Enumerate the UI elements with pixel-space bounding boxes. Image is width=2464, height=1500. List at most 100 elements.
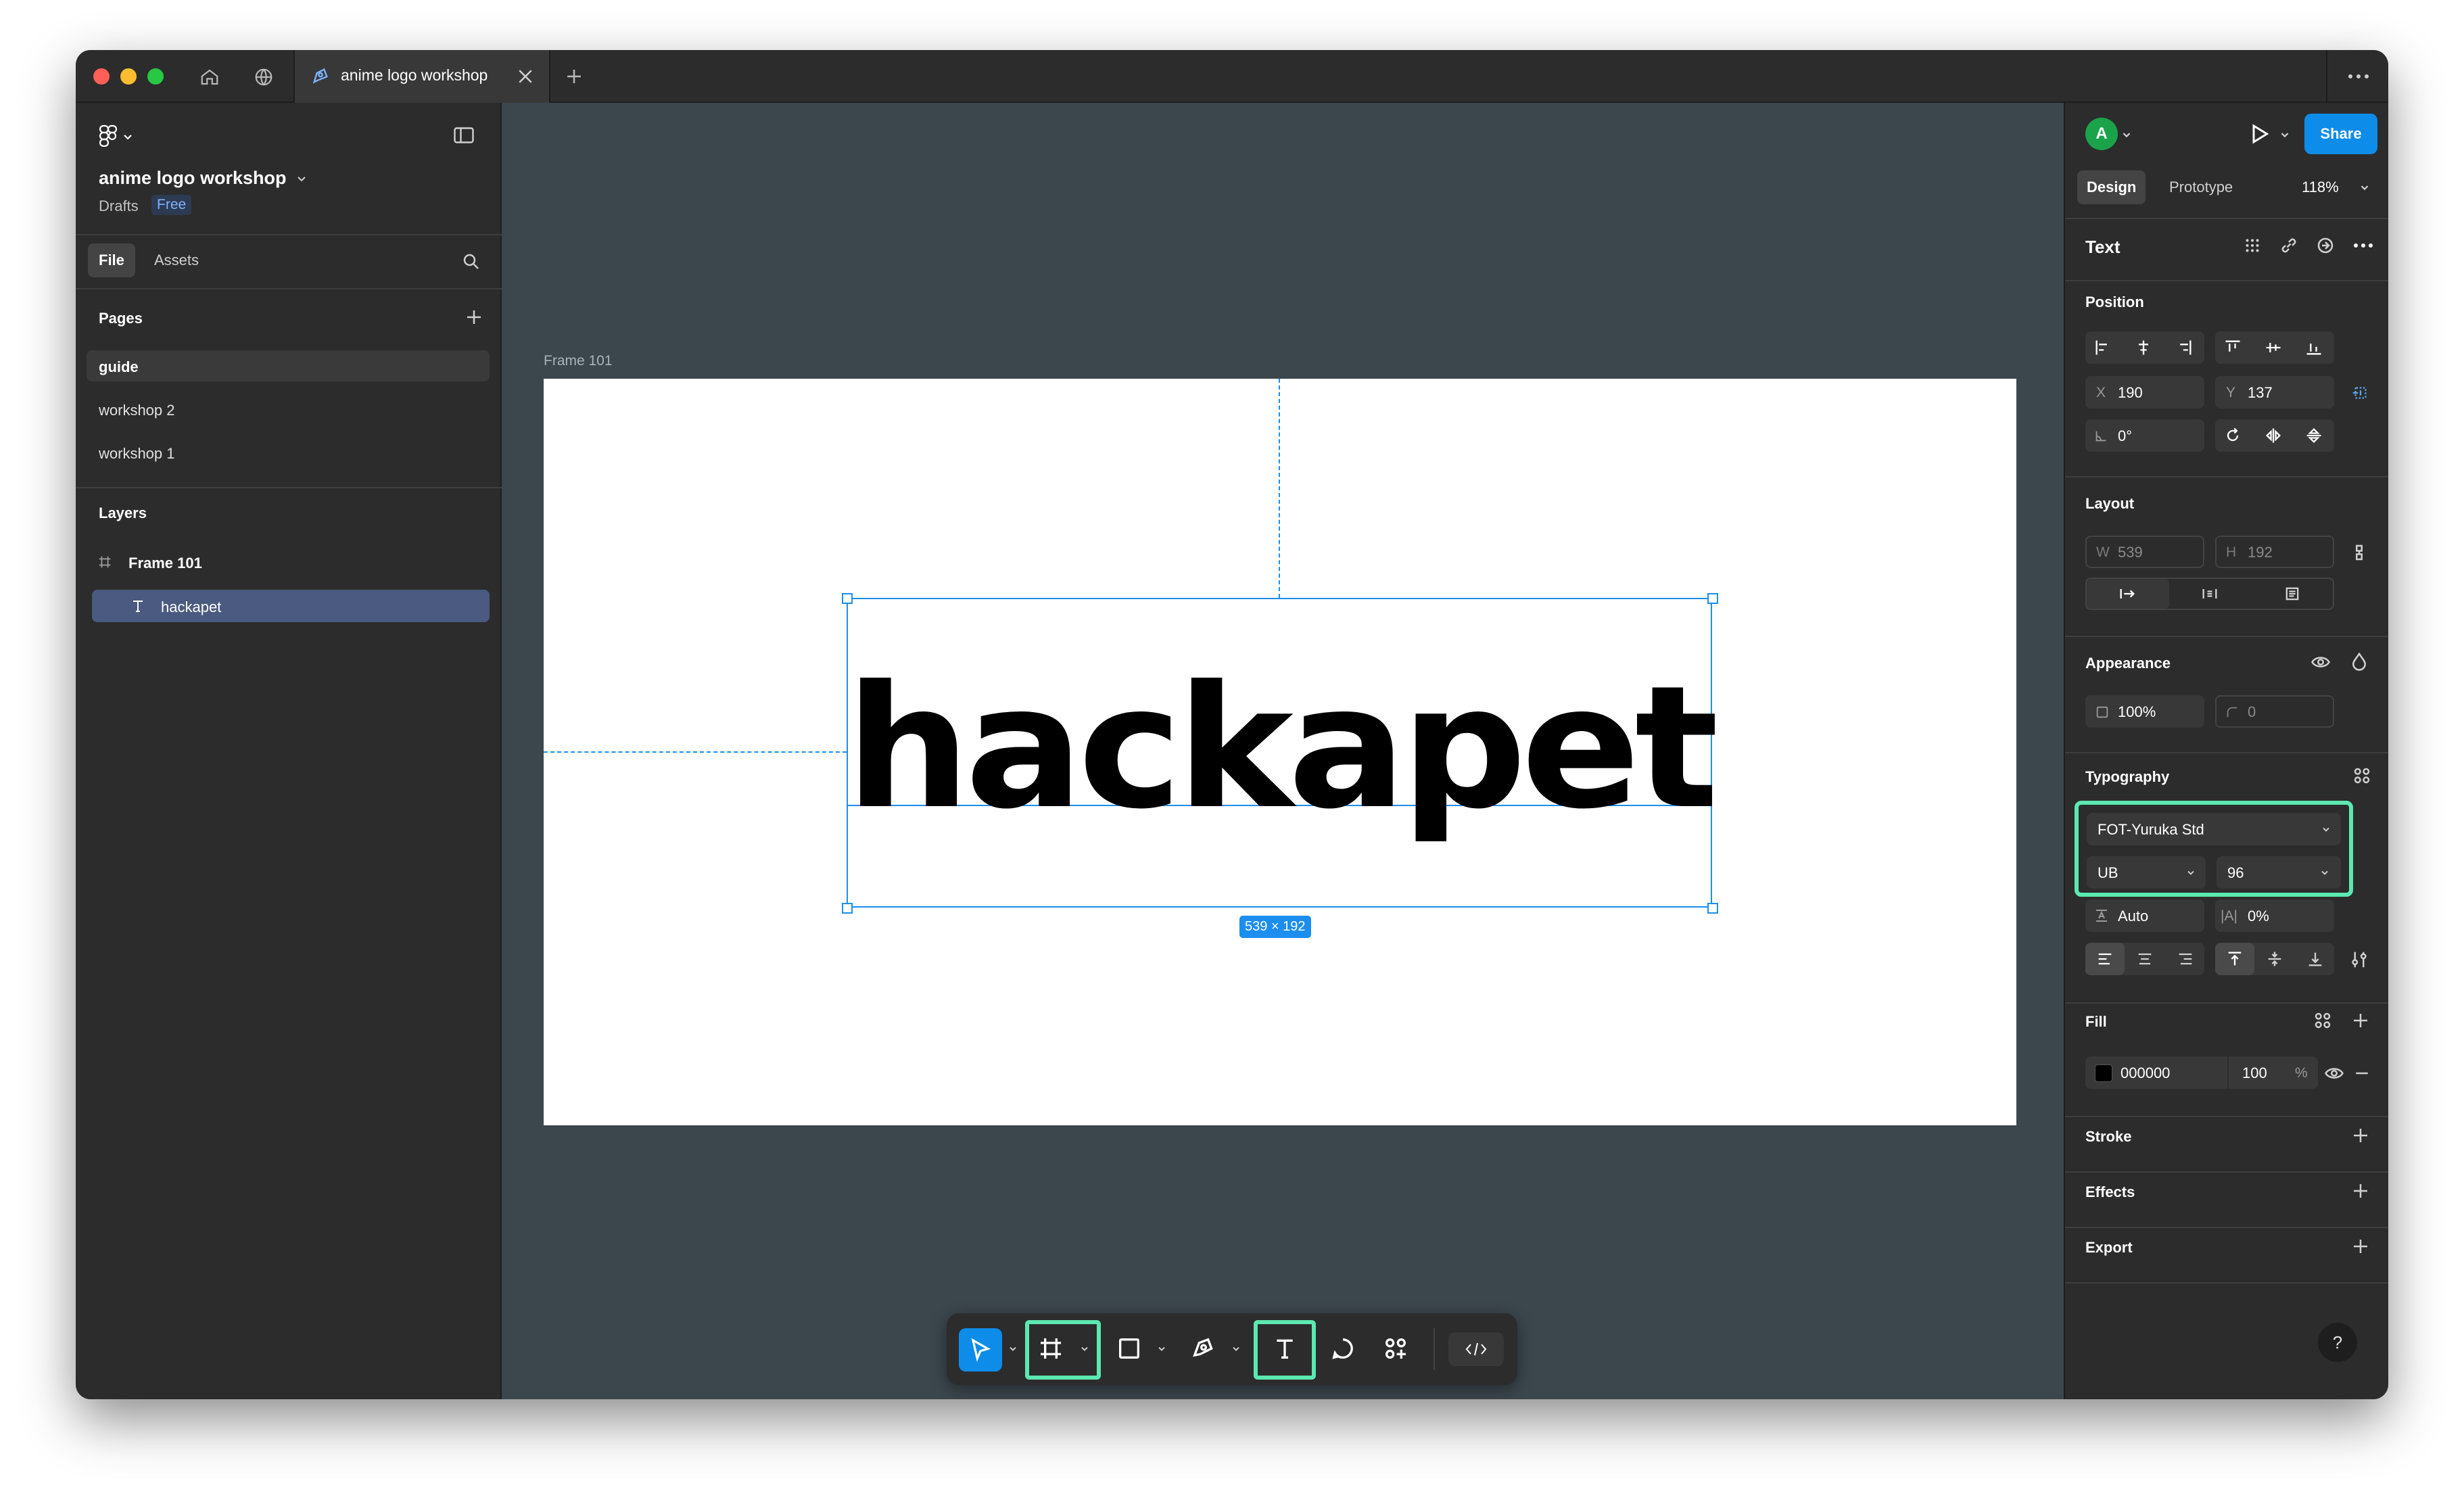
text-align-top-option[interactable] xyxy=(2215,943,2254,975)
width-field[interactable]: W 539 xyxy=(2085,536,2204,568)
x-position-field[interactable]: X 190 xyxy=(2085,376,2204,408)
help-button[interactable]: ? xyxy=(2318,1323,2357,1362)
globe-icon[interactable] xyxy=(249,62,279,92)
share-button[interactable]: Share xyxy=(2304,114,2377,154)
more-icon[interactable] xyxy=(2345,66,2372,87)
tab-assets[interactable]: Assets xyxy=(154,252,199,269)
line-height-field[interactable]: Auto xyxy=(2085,899,2204,932)
tab-design[interactable]: Design xyxy=(2077,170,2146,204)
opacity-field[interactable]: 100% xyxy=(2085,695,2204,728)
home-icon[interactable] xyxy=(195,62,224,92)
align-left-icon[interactable] xyxy=(2093,338,2112,357)
rotation-field[interactable]: 0° xyxy=(2085,419,2204,452)
present-chevron-icon[interactable] xyxy=(2279,128,2291,141)
font-style-dropdown[interactable]: UB xyxy=(2087,856,2206,889)
add-stroke-icon[interactable] xyxy=(2350,1125,2371,1146)
add-export-icon[interactable] xyxy=(2350,1236,2371,1257)
move-tool-button[interactable] xyxy=(959,1328,1002,1372)
frame-label[interactable]: Frame 101 xyxy=(544,353,613,369)
fixed-size-icon[interactable] xyxy=(2283,584,2302,603)
dev-mode-toggle[interactable] xyxy=(1448,1332,1504,1366)
file-name-chevron-icon[interactable] xyxy=(295,172,308,185)
comment-tool-icon[interactable] xyxy=(1329,1335,1356,1362)
new-tab-icon[interactable] xyxy=(564,66,584,87)
stroke-title[interactable]: Stroke xyxy=(2085,1128,2131,1146)
resize-handle-top-right[interactable] xyxy=(1707,593,1718,604)
flip-vertical-icon[interactable] xyxy=(2304,426,2323,445)
text-styles-icon[interactable] xyxy=(2352,766,2372,786)
actions-tool-icon[interactable] xyxy=(1382,1335,1409,1362)
export-title[interactable]: Export xyxy=(2085,1239,2133,1257)
avatar[interactable]: A xyxy=(2085,118,2118,150)
letter-spacing-field[interactable]: |A| 0% xyxy=(2215,899,2334,932)
align-top-icon[interactable] xyxy=(2223,338,2242,357)
text-align-bottom-icon[interactable] xyxy=(2306,950,2325,968)
detach-icon[interactable] xyxy=(2315,235,2336,256)
remove-fill-icon[interactable] xyxy=(2352,1063,2372,1083)
constraints-icon[interactable] xyxy=(2350,383,2371,403)
tab-anime-logo-workshop[interactable]: anime logo workshop xyxy=(293,50,550,103)
close-tab-icon[interactable] xyxy=(515,66,536,87)
add-effect-icon[interactable] xyxy=(2350,1181,2371,1201)
tab-file[interactable]: File xyxy=(88,243,135,277)
align-right-icon[interactable] xyxy=(2175,338,2194,357)
flip-horizontal-icon[interactable] xyxy=(2264,426,2283,445)
layer-hackapet[interactable]: hackapet xyxy=(92,590,490,622)
close-window-button[interactable] xyxy=(93,68,110,85)
tab-prototype[interactable]: Prototype xyxy=(2169,179,2233,196)
fill-visibility-eye-icon[interactable] xyxy=(2323,1063,2345,1083)
shape-tool-chevron-icon[interactable] xyxy=(1156,1343,1167,1354)
avatar-chevron-icon[interactable] xyxy=(2121,128,2133,141)
align-center-horizontal-icon[interactable] xyxy=(2134,338,2153,357)
fill-styles-icon[interactable] xyxy=(2313,1010,2333,1031)
rectangle-tool-icon[interactable] xyxy=(1116,1335,1143,1362)
font-family-dropdown[interactable]: FOT-Yuruka Std xyxy=(2087,813,2341,845)
page-item-workshop-1[interactable]: workshop 1 xyxy=(87,437,490,468)
file-location[interactable]: Drafts xyxy=(99,197,139,215)
corner-radius-field[interactable]: 0 xyxy=(2215,695,2334,728)
resize-handle-bottom-right[interactable] xyxy=(1707,903,1718,914)
frame-101[interactable]: hackapet 539 × 192 xyxy=(544,379,2016,1125)
fill-color-field[interactable]: 000000 100 % xyxy=(2085,1056,2318,1089)
resize-handle-top-left[interactable] xyxy=(842,593,853,604)
text-align-right-icon[interactable] xyxy=(2176,950,2195,968)
pen-tool-icon[interactable] xyxy=(1190,1335,1217,1362)
text-tool-icon[interactable] xyxy=(1271,1335,1298,1362)
visibility-eye-icon[interactable] xyxy=(2310,652,2331,672)
auto-width-option[interactable] xyxy=(2087,579,2169,609)
text-align-left-option[interactable] xyxy=(2085,943,2125,975)
y-position-field[interactable]: Y 137 xyxy=(2215,376,2334,408)
rotate-icon[interactable] xyxy=(2223,426,2242,445)
maximize-window-button[interactable] xyxy=(147,68,164,85)
zoom-chevron-icon[interactable] xyxy=(2359,181,2371,193)
main-menu-button[interactable] xyxy=(99,123,137,150)
text-layer-hackapet[interactable]: hackapet xyxy=(845,633,1719,863)
pen-tool-chevron-icon[interactable] xyxy=(1231,1343,1241,1354)
height-field[interactable]: H 192 xyxy=(2215,536,2334,568)
font-size-field[interactable]: 96 xyxy=(2217,856,2341,889)
sidebar-toggle-icon[interactable] xyxy=(452,123,476,147)
page-item-workshop-2[interactable]: workshop 2 xyxy=(87,394,490,425)
file-name[interactable]: anime logo workshop xyxy=(99,168,287,189)
minimize-window-button[interactable] xyxy=(120,68,137,85)
text-align-middle-icon[interactable] xyxy=(2265,950,2284,968)
zoom-level[interactable]: 118% xyxy=(2302,179,2339,196)
more-options-icon[interactable] xyxy=(2352,235,2375,256)
resize-handle-bottom-left[interactable] xyxy=(842,903,853,914)
fill-swatch[interactable] xyxy=(2095,1064,2112,1082)
auto-height-icon[interactable] xyxy=(2200,584,2219,603)
grid-styles-icon[interactable] xyxy=(2242,235,2262,256)
align-bottom-icon[interactable] xyxy=(2304,338,2323,357)
blend-mode-icon[interactable] xyxy=(2349,651,2369,672)
effects-title[interactable]: Effects xyxy=(2085,1183,2135,1201)
selection-box[interactable]: hackapet xyxy=(845,598,1719,908)
type-settings-icon[interactable] xyxy=(2349,950,2369,970)
search-icon[interactable] xyxy=(461,252,481,272)
page-item-guide[interactable]: guide xyxy=(87,350,490,381)
present-play-icon[interactable] xyxy=(2248,122,2272,146)
move-tool-chevron-icon[interactable] xyxy=(1008,1343,1018,1354)
add-page-icon[interactable] xyxy=(464,307,484,327)
layer-frame-101[interactable]: Frame 101 xyxy=(87,546,490,578)
frame-tool-chevron-icon[interactable] xyxy=(1079,1343,1090,1354)
add-fill-icon[interactable] xyxy=(2350,1010,2371,1031)
